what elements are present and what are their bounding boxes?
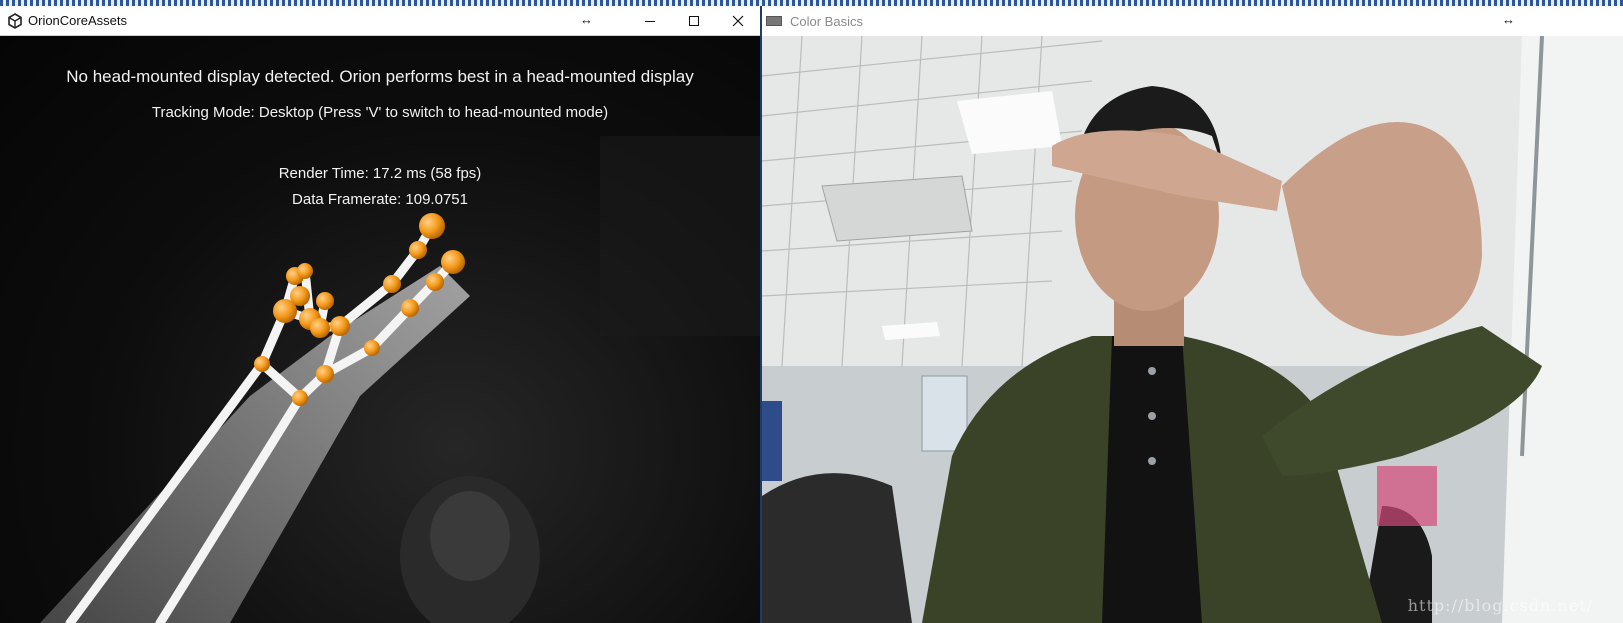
unity-logo-icon (6, 12, 24, 30)
backpack (762, 473, 912, 623)
minimize-button[interactable] (628, 6, 672, 36)
camera-feed-scene (40, 136, 760, 623)
minimize-icon (645, 21, 655, 22)
tracking-mode-text: Tracking Mode: Desktop (Press 'V' to swi… (151, 104, 609, 121)
color-basics-window: Color Basics ↔ http://blog.csdn.net/ (762, 6, 1623, 623)
maximize-icon (689, 16, 699, 26)
color-camera-feed[interactable]: http://blog.csdn.net/ (762, 36, 1623, 623)
title-bar[interactable]: Color Basics ↔ (762, 6, 1623, 36)
close-icon (732, 15, 744, 27)
ceiling-ac-vent (821, 175, 973, 242)
ceiling-light (957, 91, 1062, 154)
camera-scene (762, 36, 1623, 623)
render-time-text: Render Time: 17.2 ms (58 fps) (278, 165, 482, 182)
window-title: OrionCoreAssets (28, 13, 127, 28)
data-framerate-text: Data Framerate: 109.0751 (292, 191, 468, 208)
watermark-text: http://blog.csdn.net/ (1407, 596, 1593, 615)
resize-icon: ↔ (580, 12, 593, 27)
keyboard-icon (766, 16, 782, 26)
resize-icon: ↔ (1502, 12, 1515, 27)
leap-motion-viewport[interactable]: No head-mounted display detected. Orion … (0, 36, 760, 623)
title-bar[interactable]: OrionCoreAssets ↔ (0, 6, 760, 36)
hmd-warning-text: No head-mounted display detected. Orion … (66, 67, 694, 86)
maximize-button[interactable] (672, 6, 716, 36)
window-title: Color Basics (790, 13, 863, 29)
orion-core-assets-window: OrionCoreAssets ↔ No head-mounted displa… (0, 6, 760, 623)
close-button[interactable] (716, 6, 760, 36)
